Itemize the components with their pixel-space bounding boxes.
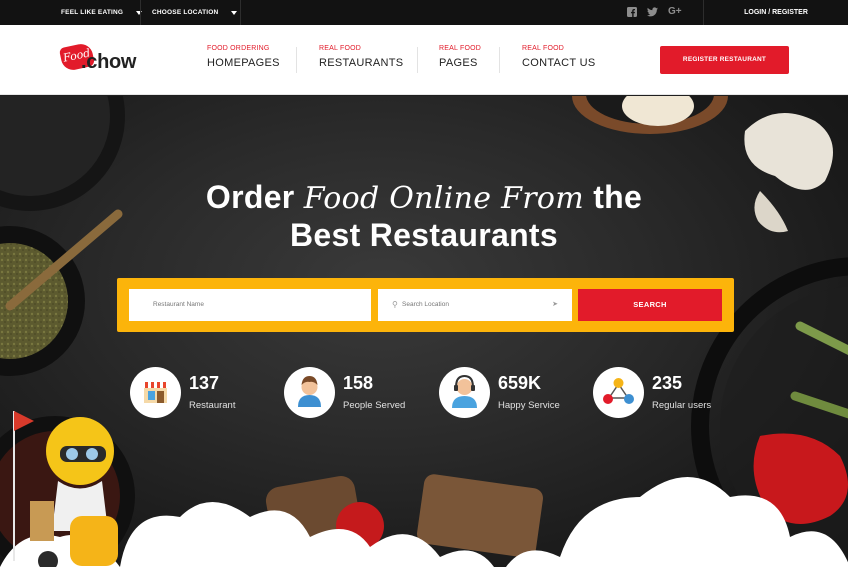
restaurant-name-input[interactable]: Restaurant Name xyxy=(129,289,371,321)
google-plus-icon[interactable]: G+ xyxy=(668,6,682,18)
nav-item-pages[interactable]: REAL FOOD PAGES xyxy=(439,45,481,69)
person-icon xyxy=(284,367,335,418)
site-logo[interactable]: Food .chow xyxy=(58,41,145,78)
nav-item-label: PAGES xyxy=(439,57,478,69)
restaurant-icon xyxy=(130,367,181,418)
nav-item-subtitle: REAL FOOD xyxy=(319,45,361,52)
stat-label: Restaurant xyxy=(189,400,236,411)
stat-label: People Served xyxy=(343,400,406,411)
nav-item-subtitle: REAL FOOD xyxy=(522,45,564,52)
location-pin-icon: ⚲ xyxy=(392,300,398,309)
twitter-icon[interactable] xyxy=(647,7,658,17)
nav-divider xyxy=(417,47,418,73)
login-register-link[interactable]: LOGIN / REGISTER xyxy=(703,0,848,25)
nav-item-label: CONTACT US xyxy=(522,57,596,69)
nav-item-restaurants[interactable]: REAL FOOD RESTAURANTS xyxy=(319,45,403,69)
stat-value: 235 xyxy=(652,373,683,393)
logo-wordmark: .chow xyxy=(81,51,137,73)
stat-value: 158 xyxy=(343,373,374,393)
choose-location-label: CHOOSE LOCATION xyxy=(152,9,219,16)
chevron-down-icon xyxy=(231,10,238,15)
hero-title-line-2: Best Restaurants xyxy=(289,217,558,253)
hero-title-line-1: Order Food Online From the xyxy=(0,179,848,216)
nav-item-homepages[interactable]: FOOD ORDERING HOMEPAGES xyxy=(207,45,280,69)
facebook-icon[interactable] xyxy=(627,7,637,17)
nav-divider xyxy=(499,47,500,73)
register-restaurant-button[interactable]: REGISTER RESTAURANT xyxy=(660,46,789,74)
search-box: Restaurant Name ⚲ Search Location ➤ SEAR… xyxy=(117,278,734,332)
nav-item-contact-us[interactable]: REAL FOOD CONTACT US xyxy=(522,45,596,69)
hero-title-the: the xyxy=(593,179,643,215)
locate-arrow-icon[interactable]: ➤ xyxy=(552,289,558,321)
delivery-character-illustration xyxy=(13,411,118,567)
search-button[interactable]: SEARCH xyxy=(578,289,722,321)
stat-value: 659K xyxy=(498,373,542,393)
nav-divider xyxy=(296,47,297,73)
main-header: Food .chow FOOD ORDERING HOMEPAGES REAL … xyxy=(0,25,848,95)
social-links: G+ xyxy=(627,6,682,18)
nav-item-subtitle: FOOD ORDERING xyxy=(207,45,270,52)
feel-like-eating-dropdown[interactable]: FEEL LIKE EATING xyxy=(61,0,143,25)
feel-like-eating-label: FEEL LIKE EATING xyxy=(61,9,124,16)
hero-title-order: Order xyxy=(205,179,295,215)
support-agent-icon xyxy=(439,367,490,418)
hero-section: Order Food Online From the Best Restaura… xyxy=(0,96,848,567)
topbar-divider xyxy=(240,0,241,25)
top-bar: FEEL LIKE EATING CHOOSE LOCATION G+ LOGI… xyxy=(0,0,848,25)
nav-item-label: RESTAURANTS xyxy=(319,57,404,69)
stat-label: Regular users xyxy=(652,400,712,411)
hero-title-script: Food Online From xyxy=(303,181,584,216)
stat-label: Happy Service xyxy=(498,400,560,411)
topbar-divider xyxy=(140,0,141,25)
location-placeholder: Search Location xyxy=(402,301,449,308)
choose-location-dropdown[interactable]: CHOOSE LOCATION xyxy=(152,0,238,25)
location-input[interactable]: ⚲ Search Location ➤ xyxy=(378,289,572,321)
nav-item-label: HOMEPAGES xyxy=(207,57,280,69)
stat-value: 137 xyxy=(189,373,220,393)
nav-item-subtitle: REAL FOOD xyxy=(439,45,481,52)
network-users-icon xyxy=(593,367,644,418)
